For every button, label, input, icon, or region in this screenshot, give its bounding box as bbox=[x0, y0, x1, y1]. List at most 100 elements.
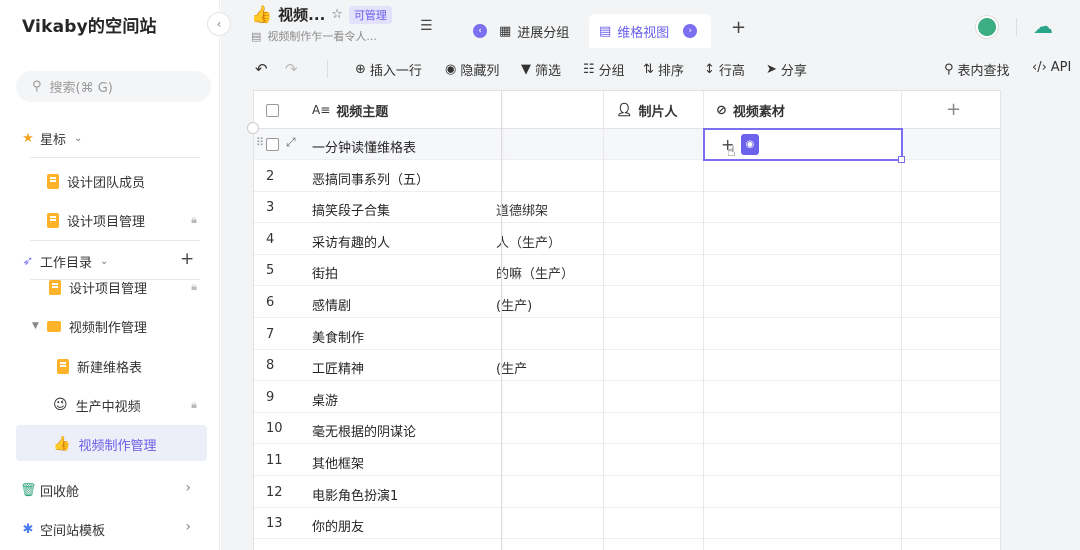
starred-section[interactable]: ★ 星标 ⌄ bbox=[20, 129, 82, 148]
table-row[interactable]: 12 电影角色扮演1 bbox=[254, 477, 1000, 508]
undo-icon[interactable]: ↶ bbox=[255, 60, 268, 78]
cell-title[interactable]: 桌游 bbox=[312, 390, 338, 409]
cell-title[interactable]: 工匠精神 bbox=[312, 358, 364, 377]
cell-title[interactable]: 街拍 bbox=[312, 263, 338, 282]
search-input[interactable]: ⚲ 搜索(⌘ G) bbox=[16, 71, 211, 102]
view-menu-icon[interactable]: ☰ bbox=[420, 18, 433, 34]
space-name: Vikaby的空间站 bbox=[22, 17, 157, 37]
expand-record-icon[interactable]: ⤢ bbox=[286, 135, 296, 150]
cell-title[interactable]: 恶搞同事系列（五） bbox=[312, 169, 429, 188]
share-button[interactable]: ➤ 分享 bbox=[766, 60, 807, 79]
node-title[interactable]: 视频... bbox=[278, 4, 325, 25]
cell-partial-text[interactable]: 道德绑架 bbox=[496, 200, 600, 219]
table-row[interactable]: 10 毫无根据的阴谋论 bbox=[254, 413, 1000, 445]
api-button[interactable]: ‹/› API bbox=[1032, 60, 1071, 75]
table-row[interactable]: 5 街拍 的嘛（生产） bbox=[254, 255, 1000, 287]
filter-button[interactable]: ▼ 筛选 bbox=[521, 60, 561, 79]
tab-progress-group[interactable]: ‹ ▦ 进展分组 bbox=[473, 14, 569, 48]
row-number: 12 bbox=[266, 484, 283, 500]
row-height-button[interactable]: ↕ 行高 bbox=[704, 60, 745, 79]
column-header-producer[interactable]: 👤︎ 制片人 bbox=[616, 91, 678, 129]
sort-button[interactable]: ⇅ 排序 bbox=[643, 60, 684, 79]
cell-partial-text[interactable]: 的嘛（生产） bbox=[496, 263, 600, 282]
add-node-button[interactable]: + bbox=[180, 249, 194, 269]
row-checkbox[interactable] bbox=[266, 138, 279, 151]
starred-item-design-project[interactable]: 设计项目管理 🔒︎ bbox=[47, 209, 207, 231]
table-row[interactable]: 3 搞笑段子合集 道德绑架 bbox=[254, 192, 1000, 224]
tab-grid-view[interactable]: ▤ 维格视图 › bbox=[589, 14, 711, 48]
cell-title[interactable]: 你的朋友 bbox=[312, 516, 364, 535]
table-row[interactable]: 11 其他框架 bbox=[254, 445, 1000, 476]
cell-title[interactable]: 采访有趣的人 bbox=[312, 232, 390, 251]
space-templates[interactable]: ✱ 空间站模板 bbox=[20, 520, 200, 539]
expand-circle-icon[interactable] bbox=[247, 122, 259, 134]
cloud-icon[interactable]: ☁︎ bbox=[1033, 14, 1053, 38]
add-column-button[interactable]: + bbox=[946, 99, 961, 120]
top-bar: 👍 视频... ☆ 可管理 ▤ 视频制作乍一看令人... ☰ ‹ ▦ 进展分组 … bbox=[221, 0, 1080, 48]
collapse-sidebar-button[interactable]: ‹ bbox=[207, 12, 231, 36]
redo-icon[interactable]: ↷ bbox=[285, 60, 298, 78]
starred-item-design-team[interactable]: 设计团队成员 bbox=[47, 170, 145, 192]
template-icon: ✱ bbox=[22, 522, 34, 537]
avatar[interactable] bbox=[976, 16, 998, 38]
cell-partial-text[interactable]: 生产) bbox=[496, 358, 600, 377]
find-in-table-button[interactable]: ⚲ 表内查找 bbox=[944, 60, 1010, 79]
drag-handle-icon[interactable]: ⠿ bbox=[256, 136, 264, 149]
label: 插入一行 bbox=[369, 64, 422, 79]
node-header: 👍 视频... ☆ 可管理 ▤ 视频制作乍一看令人... bbox=[251, 4, 411, 44]
workdir-section[interactable]: ➶ 工作目录 ⌄ bbox=[20, 252, 109, 271]
fill-handle[interactable] bbox=[898, 156, 905, 163]
tree-folder-video[interactable]: ▼ 视频制作管理 bbox=[32, 315, 147, 337]
cell-title[interactable]: 毫无根据的阴谋论 bbox=[312, 421, 416, 440]
table-row[interactable]: 9 桌游 bbox=[254, 382, 1000, 413]
chevron-right-icon[interactable]: › bbox=[683, 24, 698, 38]
cell-partial-text[interactable]: (生产) bbox=[496, 295, 600, 314]
chevron-down-icon: ⌄ bbox=[74, 133, 83, 144]
add-view-button[interactable]: + bbox=[731, 17, 746, 38]
cell-title[interactable]: 电影角色扮演1 bbox=[312, 485, 398, 504]
cell-title[interactable]: 搞笑段子合集 bbox=[312, 200, 390, 219]
recycle-bin[interactable]: 🗑︎ 回收舱 bbox=[20, 481, 200, 500]
tree-item-video-active[interactable]: 👍 视频制作管理 bbox=[53, 433, 156, 455]
lock-icon: 🔒︎ bbox=[191, 398, 197, 411]
column-header-title[interactable]: A≡ 视频主题 bbox=[312, 91, 388, 129]
tree-item-new-sheet[interactable]: 新建维格表 bbox=[57, 355, 142, 377]
send-icon: ➤ bbox=[766, 62, 777, 77]
table-row[interactable]: 8 工匠精神 生产) bbox=[254, 350, 1000, 382]
row-number: 2 bbox=[266, 168, 275, 184]
table-row[interactable]: 13 你的朋友 bbox=[254, 508, 1000, 540]
item-label: 新建维格表 bbox=[77, 360, 143, 376]
column-header-material[interactable]: ⊘ 视频素材 bbox=[716, 91, 785, 129]
chevron-left-icon[interactable]: ‹ bbox=[473, 24, 487, 38]
sheet-icon bbox=[47, 212, 59, 228]
toolbar: ↶ ↷ ⊕ 插入一行 ◉ 隐藏列 ▼ 筛选 ☷ 分组 ⇅ 排序 ↕ 行高 ➤ 分享 ⚲ 表内查找… bbox=[221, 48, 1080, 90]
cell-title[interactable]: 一分钟读懂维格表 bbox=[312, 137, 416, 156]
rocket-icon: ➶ bbox=[22, 254, 34, 269]
insert-row-button[interactable]: ⊕ 插入一行 bbox=[355, 60, 422, 79]
item-label: 视频制作管理 bbox=[68, 320, 147, 336]
sheet-icon bbox=[47, 173, 59, 189]
tree-item-design-project[interactable]: 设计项目管理 🔒︎ bbox=[49, 276, 207, 298]
row-number: 5 bbox=[266, 263, 275, 279]
select-all-checkbox[interactable] bbox=[266, 91, 279, 129]
table-row[interactable]: 2 恶搞同事系列（五） bbox=[254, 161, 1000, 192]
table-row[interactable]: 7 美食制作 bbox=[254, 319, 1000, 350]
tree-item-in-production[interactable]: 😉 生产中视频 🔒︎ bbox=[53, 394, 207, 416]
video-file-icon[interactable]: ◉ bbox=[741, 134, 759, 155]
divider bbox=[327, 60, 328, 78]
group-button[interactable]: ☷ 分组 bbox=[583, 60, 625, 79]
table-row[interactable]: 6 感情剧 (生产) bbox=[254, 287, 1000, 318]
cell-title[interactable]: 感情剧 bbox=[312, 295, 351, 314]
active-attachment-cell[interactable]: + ◉ ☝︎ bbox=[703, 128, 905, 163]
cell-title[interactable]: 其他框架 bbox=[312, 453, 364, 472]
hide-fields-button[interactable]: ◉ 隐藏列 bbox=[445, 60, 499, 79]
row-number: 3 bbox=[266, 200, 275, 216]
label: 筛选 bbox=[535, 64, 562, 79]
checkbox[interactable] bbox=[266, 103, 279, 117]
chevron-right-icon: › bbox=[185, 519, 191, 535]
cell-title[interactable]: 美食制作 bbox=[312, 327, 364, 346]
cell-partial-text[interactable]: 人（生产） bbox=[496, 232, 600, 251]
star-outline-icon[interactable]: ☆ bbox=[331, 7, 343, 22]
table-row[interactable]: 4 采访有趣的人 人（生产） bbox=[254, 224, 1000, 255]
node-description[interactable]: 视频制作乍一看令人... bbox=[267, 28, 377, 44]
